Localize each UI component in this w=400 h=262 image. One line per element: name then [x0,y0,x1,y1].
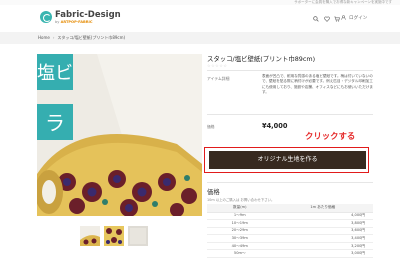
thumbnail-1[interactable] [80,226,100,246]
table-row: 10〜19m 3,800円 [207,219,373,228]
search-icon[interactable] [313,16,319,22]
table-row: 50m〜 3,000円 [207,249,373,259]
detail-text: 表面が凹凸で、耐用な質感のある塩ビ壁紙です。柄は付いていないので、壁紙を貼る際に… [262,74,373,95]
product-title: スタッコ/塩ビ壁紙(プリント巾89cm) [207,55,316,63]
create-original-fabric-button[interactable]: オリジナル生地を作る [209,151,366,169]
price-cell: 3,200円 [272,242,373,251]
pricing-note: 10m 以上のご購入は お問い合わせ下さい。 [207,198,275,202]
pricing-title: 価格 [207,188,220,196]
quantity-cell: 10〜19m [207,219,273,228]
divider [207,182,373,183]
quantity-cell: 30〜39m [207,234,273,243]
quantity-cell: 20〜29m [207,227,273,236]
price-cell: 3,600円 [272,227,373,236]
column-header-unit-price: 1m あたり価格 [272,204,373,213]
price-cell: 3,400円 [272,234,373,243]
click-annotation: クリックする [305,131,356,141]
brand-sub: by ARTPOP-FABRIC [55,20,93,24]
heart-icon[interactable] [324,16,330,22]
table-row: 20〜29m 3,600円 [207,227,373,236]
breadcrumb-current: スタッコ/塩ビ壁紙(プリント巾89cm) [57,35,126,40]
rating-stars[interactable]: ☆☆☆☆☆ [207,63,227,68]
overlay-char-1: 塩ビ [37,63,73,84]
table-row: 30〜39m 3,400円 [207,234,373,243]
divider [207,114,373,115]
price-cell: 3,000円 [272,249,373,259]
pricing-table: 数量(m) 1m あたり価格 1〜9m 4,000円 10〜19m 3,800円 2… [207,204,373,259]
product-main-image[interactable]: 塩ビ ラ [37,54,202,216]
brand-name[interactable]: Fabric-Design [55,10,121,20]
table-header-row: 数量(m) 1m あたり価格 [207,204,373,213]
user-icon[interactable] [341,15,346,20]
price-cell: 3,800円 [272,219,373,228]
cart-icon[interactable] [334,16,340,22]
fabric-roll-illustration: 塩ビ ラ [37,54,202,216]
thumbnail-2[interactable] [104,226,124,246]
table-row: 40〜49m 3,200円 [207,242,373,251]
quantity-cell: 40〜49m [207,242,273,251]
thumbnail-3[interactable] [128,226,148,246]
quantity-cell: 50m〜 [207,249,273,259]
divider [207,70,373,71]
column-header-quantity: 数量(m) [207,204,273,213]
table-row: 1〜9m 4,000円 [207,212,373,221]
detail-label: アイテム詳細 [207,76,230,81]
price-cell: 4,000円 [272,212,373,221]
product-price: ¥4,000 [262,122,288,130]
login-link[interactable]: ログイン [349,15,367,21]
overlay-char-2: ラ [45,111,65,135]
breadcrumb-separator: › [52,35,55,40]
price-label: 価格 [207,124,215,129]
breadcrumb-home[interactable]: Home [38,35,50,40]
quantity-cell: 1〜9m [207,212,273,221]
logo-icon[interactable] [40,11,52,23]
breadcrumb: Home › スタッコ/塩ビ壁紙(プリント巾89cm) [38,35,125,41]
